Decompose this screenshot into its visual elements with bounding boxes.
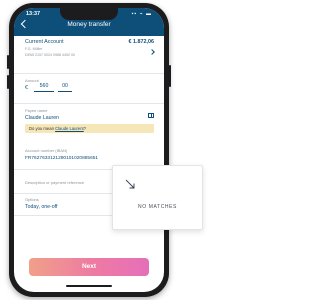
iban-input[interactable]: FR7627633121290101020885651 bbox=[25, 156, 98, 161]
phone-notch bbox=[60, 8, 118, 20]
account-name: Current Account bbox=[25, 39, 64, 45]
suggestion-suffix: ? bbox=[83, 126, 87, 132]
page-title: Money transfer bbox=[67, 21, 111, 28]
volume-up-button bbox=[7, 55, 9, 69]
account-selector[interactable]: Current Account € 1.872,06 F.G. Müller D… bbox=[14, 36, 164, 74]
volume-down-button bbox=[7, 75, 9, 89]
no-matches-popup: NO MATCHES bbox=[112, 165, 203, 230]
arrow-down-right-icon bbox=[125, 179, 135, 189]
amount-euros-input[interactable]: 560 bbox=[34, 83, 54, 92]
account-iban: DE65 2157 0024 0988 4492 00 bbox=[25, 53, 75, 57]
phone-frame: 13:37 ▪▪ ⌁ ▬ Money transfer Current Acco… bbox=[7, 3, 171, 297]
status-icons: ▪▪ ⌁ ▬ bbox=[131, 11, 152, 17]
status-time: 13:37 bbox=[26, 11, 41, 17]
no-matches-text: NO MATCHES bbox=[138, 204, 177, 210]
address-book-icon[interactable] bbox=[148, 113, 154, 118]
amount-cents-input[interactable]: 00 bbox=[58, 83, 72, 92]
payee-section: Payee name Claude Lauren Do you mean Cla… bbox=[14, 104, 164, 142]
payee-input[interactable]: Claude Lauren bbox=[25, 115, 59, 121]
options-label: Options bbox=[25, 197, 39, 202]
iban-label: Account number (IBAN) bbox=[25, 148, 68, 153]
payee-label: Payee name bbox=[25, 108, 48, 113]
suggestion-prefix: Do you mean bbox=[29, 126, 54, 132]
chevron-right-icon[interactable] bbox=[149, 49, 155, 55]
account-balance: € 1.872,06 bbox=[128, 39, 154, 45]
phone-screen: 13:37 ▪▪ ⌁ ▬ Money transfer Current Acco… bbox=[14, 8, 164, 292]
amount-section: Amount € 560 00 bbox=[14, 74, 164, 104]
account-holder: F.G. Müller bbox=[25, 47, 43, 51]
options-value: Today, one-off bbox=[25, 204, 58, 210]
reference-input[interactable]: Description or payment reference bbox=[25, 180, 84, 185]
power-button bbox=[169, 65, 171, 87]
currency-symbol: € bbox=[25, 85, 28, 91]
next-button[interactable]: Next bbox=[29, 258, 149, 276]
payee-suggestion[interactable]: Do you mean Claude Laurent? bbox=[25, 124, 154, 134]
suggestion-link[interactable]: Claude Laurent bbox=[55, 126, 84, 131]
home-indicator bbox=[66, 285, 112, 287]
